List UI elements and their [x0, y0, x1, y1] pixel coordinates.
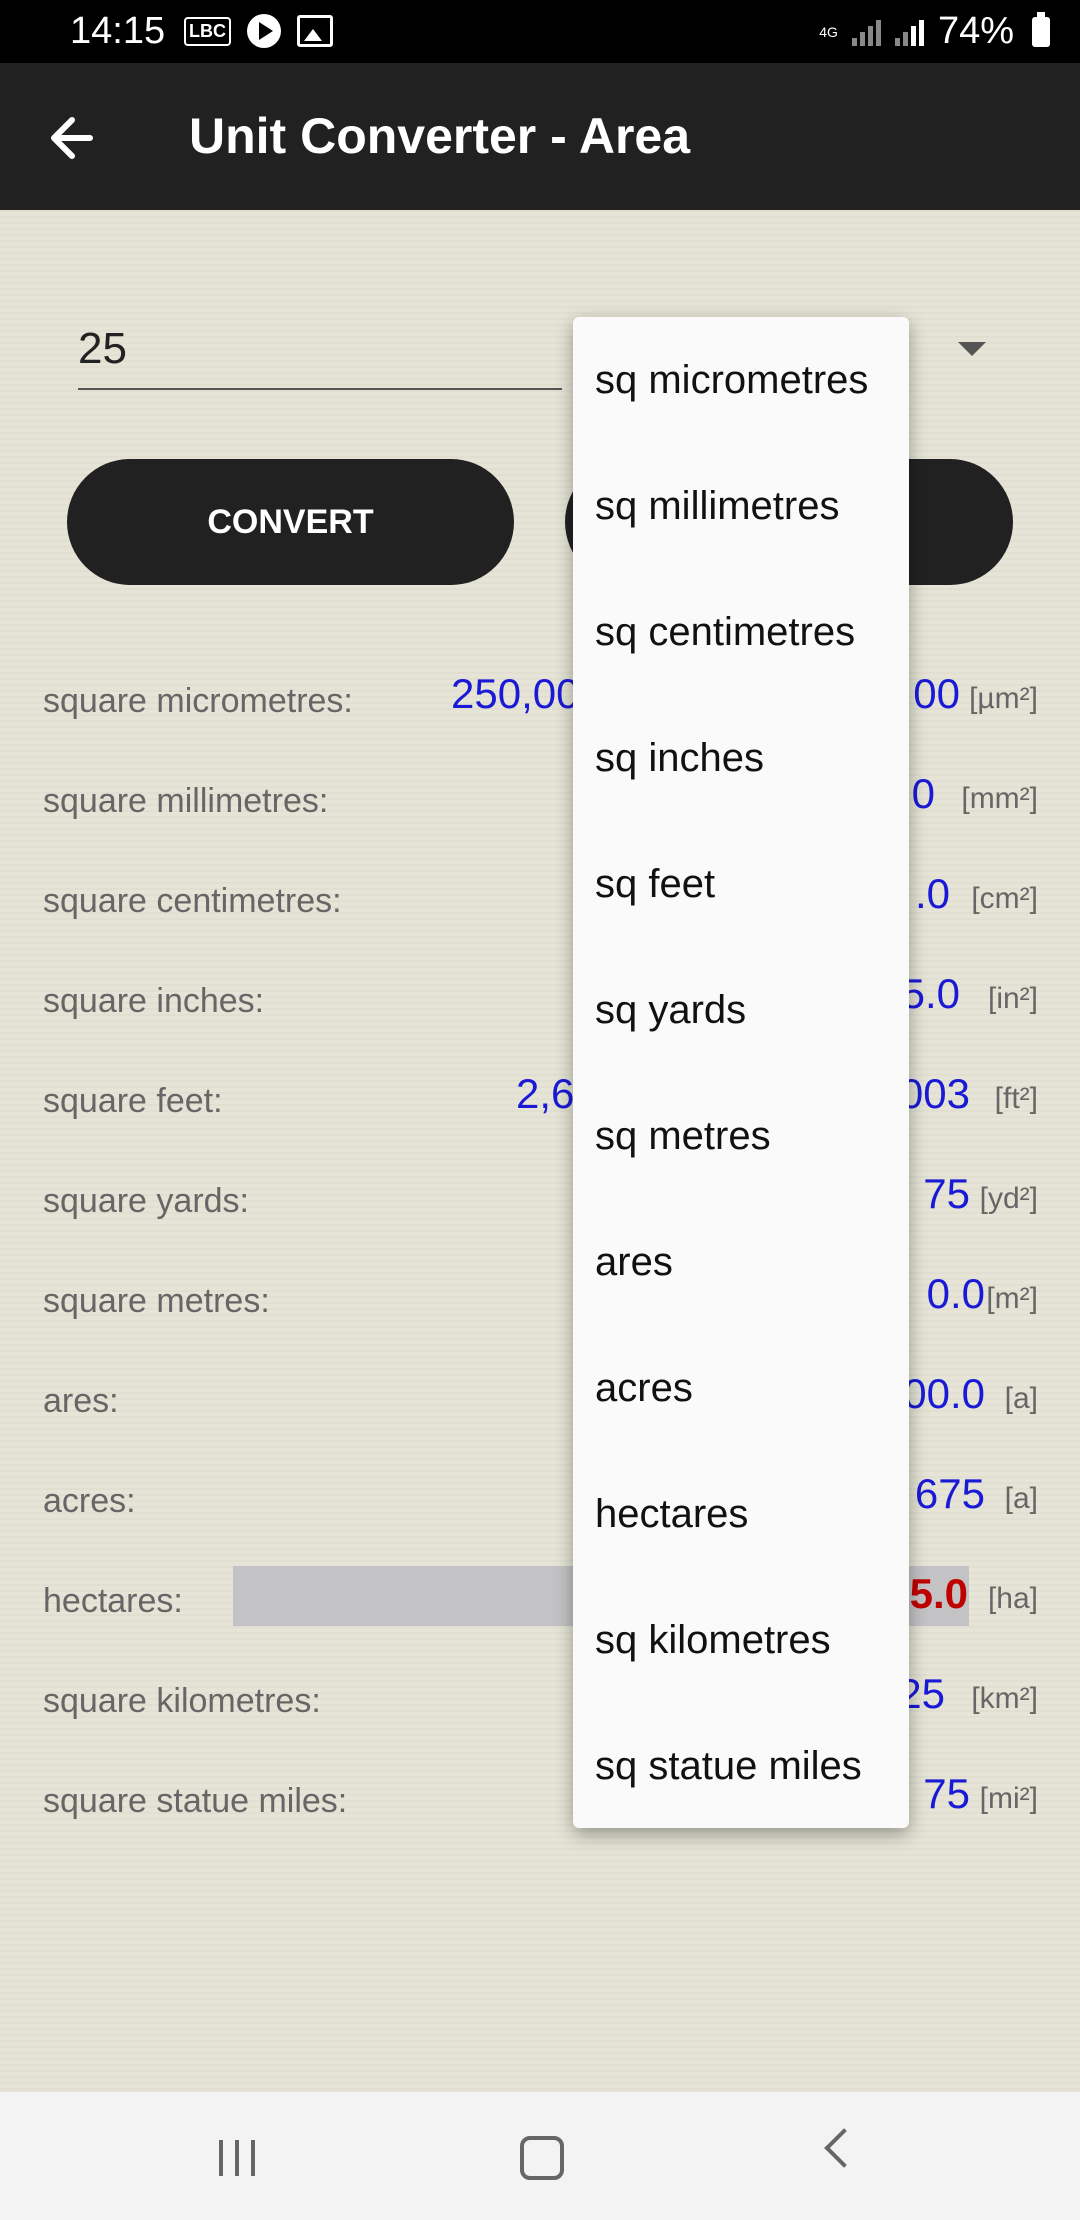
result-label: square statue miles: — [43, 1782, 348, 1820]
page-title: Unit Converter - Area — [189, 108, 691, 164]
dropdown-arrow-icon[interactable] — [958, 342, 986, 356]
result-row: square feet: 2,6 003 [ft²] — [0, 1060, 1080, 1140]
play-icon — [247, 14, 281, 48]
result-value-head: 2,6 — [516, 1070, 575, 1117]
menu-item[interactable]: sq metres — [573, 1073, 909, 1199]
menu-item[interactable]: acres — [573, 1325, 909, 1451]
result-unit: [cm²] — [971, 882, 1038, 915]
unit-dropdown-menu: sq micrometres sq millimetres sq centimetr… — [573, 317, 909, 1828]
result-value: 003 — [899, 1070, 970, 1117]
convert-button[interactable]: CONVERT — [67, 459, 514, 585]
result-label: hectares: — [43, 1582, 183, 1620]
menu-item[interactable]: sq millimetres — [573, 443, 909, 569]
result-label: square metres: — [43, 1282, 270, 1320]
battery-percent: 74% — [937, 10, 1014, 52]
result-value-head: 250,00 — [451, 670, 580, 717]
result-label: square centimetres: — [43, 882, 342, 920]
result-unit: [mm²] — [961, 782, 1038, 815]
nav-back-icon[interactable] — [824, 2128, 864, 2168]
battery-icon — [1032, 11, 1050, 47]
result-label: square micrometres: — [43, 682, 353, 720]
result-row: square inches: 5.0 [in²] — [0, 960, 1080, 1040]
result-value: 75 — [923, 1770, 970, 1817]
result-value: 00 — [913, 670, 960, 717]
result-label: square inches: — [43, 982, 265, 1020]
menu-item[interactable]: hectares — [573, 1451, 909, 1577]
result-row: square metres: 0.0 [m²] — [0, 1260, 1080, 1340]
result-row: square yards: 75 [yd²] — [0, 1160, 1080, 1240]
home-icon[interactable] — [520, 2136, 564, 2180]
result-value: 5.0 — [901, 970, 960, 1017]
result-value: 00.0 — [903, 1370, 985, 1417]
result-unit: [a] — [1004, 1482, 1038, 1515]
result-label: square kilometres: — [43, 1682, 321, 1720]
recent-apps-icon[interactable] — [219, 2140, 255, 2176]
result-row: square statue miles: 75 [mi²] — [0, 1760, 1080, 1840]
result-row: square centimetres: .0 [cm²] — [0, 860, 1080, 940]
result-value: 75 — [923, 1170, 970, 1217]
result-value: 675 — [914, 1470, 985, 1517]
menu-item[interactable]: sq centimetres — [573, 569, 909, 695]
result-value: 0.0 — [926, 1270, 985, 1317]
result-row: ares: 00.0 [a] — [0, 1360, 1080, 1440]
signal-icon — [851, 18, 881, 46]
result-unit: [ha] — [987, 1582, 1038, 1615]
result-unit: [µm²] — [969, 682, 1038, 715]
arrow-left-icon — [51, 117, 93, 159]
result-value: 5.0 — [909, 1570, 968, 1617]
result-value: .0 — [914, 870, 950, 917]
lbc-app-icon: LBC — [184, 16, 231, 46]
result-label: ares: — [43, 1382, 119, 1420]
menu-item[interactable]: sq inches — [573, 695, 909, 821]
result-unit: [mi²] — [979, 1782, 1038, 1815]
menu-item[interactable]: sq statue miles — [573, 1703, 909, 1829]
menu-item[interactable]: sq feet — [573, 821, 909, 947]
result-value: 0 — [911, 770, 935, 817]
result-row: acres: 675 [a] — [0, 1460, 1080, 1540]
result-label: square yards: — [43, 1182, 249, 1220]
status-time: 14:15 — [70, 10, 166, 52]
result-row: square micrometres: 250,00 00 [µm²] — [0, 660, 1080, 740]
menu-item[interactable]: sq micrometres — [573, 317, 909, 443]
result-row: square kilometres: 25 [km²] — [0, 1660, 1080, 1740]
network-type: 4G — [819, 23, 838, 40]
app-bar: Unit Converter - Area — [0, 63, 1080, 210]
result-unit: [m²] — [986, 1282, 1038, 1315]
menu-item[interactable]: sq yards — [573, 947, 909, 1073]
result-unit: [km²] — [971, 1682, 1038, 1715]
result-label: acres: — [43, 1482, 136, 1520]
result-unit: [in²] — [987, 982, 1038, 1015]
status-right: 4G 74% — [819, 10, 1050, 53]
result-label: square millimetres: — [43, 782, 329, 820]
menu-item[interactable]: ares — [573, 1199, 909, 1325]
result-unit: [yd²] — [979, 1182, 1038, 1215]
signal-icon-2 — [894, 18, 924, 46]
menu-item[interactable]: sq kilometres — [573, 1577, 909, 1703]
result-unit: [ft²] — [994, 1082, 1038, 1115]
notification-icons: LBC — [184, 14, 333, 48]
value-input[interactable]: 25 — [78, 320, 562, 390]
result-label: square feet: — [43, 1082, 223, 1120]
result-row: hectares: 5.0 [ha] — [0, 1560, 1080, 1640]
back-button[interactable] — [40, 103, 110, 173]
navigation-bar — [0, 2092, 1080, 2220]
result-unit: [a] — [1004, 1382, 1038, 1415]
result-row: square millimetres: 0 [mm²] — [0, 760, 1080, 840]
image-icon — [297, 15, 333, 47]
status-bar: 14:15 LBC 4G 74% — [0, 0, 1080, 63]
